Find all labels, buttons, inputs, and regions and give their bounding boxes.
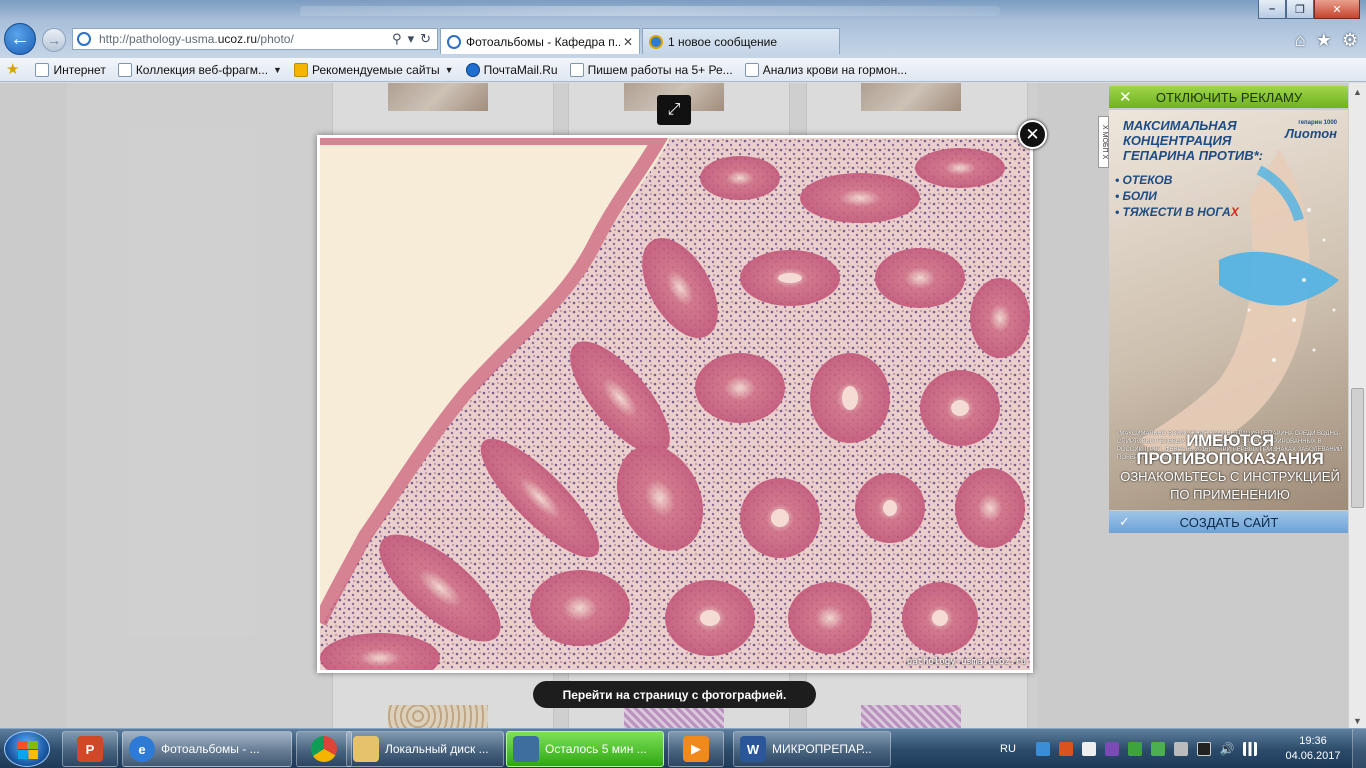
arrow-right-icon: →: [47, 32, 61, 48]
security-icon[interactable]: [1150, 742, 1165, 756]
histology-photo[interactable]: pathology-usma.ucoz.ru: [320, 138, 1030, 670]
tray-app-icon[interactable]: [1058, 742, 1073, 756]
forward-button[interactable]: →: [42, 28, 66, 52]
site-icon: [77, 32, 91, 46]
minimize-button[interactable]: –: [1258, 0, 1286, 19]
usb-icon[interactable]: [1081, 742, 1096, 756]
tab-new-message[interactable]: 1 новое сообщение: [642, 28, 840, 54]
close-icon: ✕: [1119, 89, 1132, 106]
signal-icon[interactable]: [1242, 742, 1257, 756]
ie-icon: e: [129, 736, 155, 762]
window-controls: – ❐ ✕: [1258, 0, 1360, 19]
taskbar-copy-progress-window[interactable]: Осталось 5 мин ...: [506, 731, 664, 767]
tools-icon[interactable]: [1173, 742, 1188, 756]
favorite-suggested-sites[interactable]: Рекомендуемые сайты ▼: [293, 62, 454, 77]
favorite-web-slices[interactable]: Коллекция веб-фрагм... ▼: [117, 62, 282, 77]
ie-icon: [744, 62, 759, 77]
copy-icon: [513, 736, 539, 762]
taskbar: P e Фотоальбомы - ... Локальный диск ...…: [0, 728, 1366, 768]
system-tray: RU 🔊: [1000, 729, 1266, 768]
ad-side-label[interactable]: Х МОБП Х: [1098, 116, 1109, 168]
ie-icon: [35, 62, 50, 77]
windows-logo-icon: [18, 741, 38, 759]
start-button[interactable]: [4, 731, 50, 767]
browser-titlebar: – ❐ ✕ ← → http://pathology-usma.ucoz.ru/…: [0, 0, 1366, 58]
taskbar-pinned-powerpoint[interactable]: P: [62, 731, 118, 767]
dropdown-icon[interactable]: ▾: [408, 31, 415, 47]
media-player-icon: ▶: [683, 736, 709, 762]
ie-icon: [569, 62, 584, 77]
word-icon: W: [740, 736, 766, 762]
language-indicator[interactable]: RU: [1000, 743, 1016, 755]
powerpoint-icon: P: [77, 736, 103, 762]
favorite-blood-analysis[interactable]: Анализ крови на гормон...: [744, 62, 907, 77]
close-window-button[interactable]: ✕: [1314, 0, 1360, 19]
lightbox-close-button[interactable]: ✕: [1018, 120, 1047, 149]
fullscreen-button[interactable]: ⤢: [657, 95, 691, 125]
site-icon: [447, 34, 461, 49]
scroll-down-icon[interactable]: ▼: [1349, 712, 1366, 729]
favorite-internet[interactable]: Интернет: [35, 62, 106, 77]
search-icon[interactable]: ⚲: [392, 31, 402, 47]
show-desktop-button[interactable]: [1352, 729, 1366, 768]
taskbar-word-window[interactable]: W МИКРОПРЕПАР...: [733, 731, 891, 767]
ad-warning: ИМЕЮТСЯ ПРОТИВОПОКАЗАНИЯ ОЗНАКОМЬТЕСЬ С …: [1120, 431, 1340, 503]
taskbar-pinned-media-player[interactable]: ▶: [668, 731, 724, 767]
ad-bullets: • ОТЕКОВ • БОЛИ • ТЯЖЕСТИ В НОГАХ: [1115, 173, 1239, 219]
scroll-thumb[interactable]: [1351, 388, 1364, 508]
photo-watermark: pathology-usma.ucoz.ru: [906, 657, 1026, 667]
favorite-essays[interactable]: Пишем работы на 5+ Ре...: [569, 62, 733, 77]
network-agent-icon[interactable]: [1035, 742, 1050, 756]
favorites-star[interactable]: ★: [6, 60, 23, 78]
ie-icon: [117, 62, 132, 77]
tray-app-icon[interactable]: [1104, 742, 1119, 756]
maximize-button[interactable]: ❐: [1286, 0, 1314, 19]
action-center-icon[interactable]: [1196, 742, 1211, 756]
titlebar-ghost-text: [300, 6, 1000, 16]
ie-icon: [649, 34, 663, 49]
create-site-button[interactable]: ✓ СОЗДАТЬ САЙТ: [1109, 511, 1349, 533]
ad-banner[interactable]: МАКСИМАЛЬНАЯ КОНЦЕНТРАЦИЯ ГЕПАРИНА ПРОТИ…: [1109, 110, 1349, 510]
arrow-left-icon: ←: [10, 27, 30, 50]
back-button[interactable]: ←: [4, 23, 36, 55]
histology-image: [320, 138, 1030, 670]
taskbar-explorer-window[interactable]: Локальный диск ...: [346, 731, 504, 767]
ad-headline: МАКСИМАЛЬНАЯ КОНЦЕНТРАЦИЯ ГЕПАРИНА ПРОТИ…: [1123, 118, 1263, 163]
mail-icon: [465, 62, 480, 77]
star-icon: ★: [6, 60, 20, 78]
chevron-down-icon: ▼: [273, 64, 282, 75]
ad-brand: гепарин 1000 Лиотон: [1285, 120, 1337, 141]
chrome-icon: [311, 736, 337, 762]
favorite-mail[interactable]: ПочтаMail.Ru: [465, 62, 558, 77]
lightbox-photo-frame: pathology-usma.ucoz.ru: [317, 135, 1033, 673]
browser-toolbar-icons: ⌂ ★ ⚙: [1295, 30, 1358, 51]
scroll-up-icon[interactable]: ▲: [1349, 83, 1366, 100]
gear-icon[interactable]: ⚙: [1342, 30, 1358, 51]
expand-icon: ⤢: [667, 101, 681, 118]
taskbar-pinned-chrome[interactable]: [296, 731, 352, 767]
close-icon: ✕: [1025, 124, 1040, 144]
taskbar-ie-window[interactable]: e Фотоальбомы - ...: [122, 731, 292, 767]
volume-icon[interactable]: 🔊: [1220, 742, 1235, 756]
chevron-down-icon: ▼: [444, 64, 454, 75]
tab-photo-albums[interactable]: Фотоальбомы - Кафедра п... ✕: [440, 28, 640, 54]
check-icon: ✓: [1119, 514, 1130, 529]
go-to-photo-page-button[interactable]: Перейти на страницу с фотографией.: [533, 681, 816, 708]
close-tab-icon[interactable]: ✕: [623, 35, 633, 49]
address-bar[interactable]: http://pathology-usma.ucoz.ru/photo/ ⚲ ▾…: [72, 28, 438, 50]
folder-icon: [353, 736, 379, 762]
page-scrollbar[interactable]: ▲ ▼: [1348, 83, 1366, 729]
address-url[interactable]: http://pathology-usma.ucoz.ru/photo/: [99, 32, 392, 46]
refresh-icon[interactable]: ↻: [420, 31, 431, 47]
bing-icon: [293, 62, 308, 77]
star-icon[interactable]: ★: [1316, 30, 1332, 51]
home-icon[interactable]: ⌂: [1295, 30, 1306, 51]
favorites-bar: ★ Интернет Коллекция веб-фрагм... ▼ Реком…: [0, 58, 1366, 82]
torrent-icon[interactable]: [1127, 742, 1142, 756]
disable-ads-button[interactable]: ✕ ОТКЛЮЧИТЬ РЕКЛАМУ: [1109, 86, 1349, 108]
clock[interactable]: 19:36 04.06.2017: [1283, 734, 1343, 764]
